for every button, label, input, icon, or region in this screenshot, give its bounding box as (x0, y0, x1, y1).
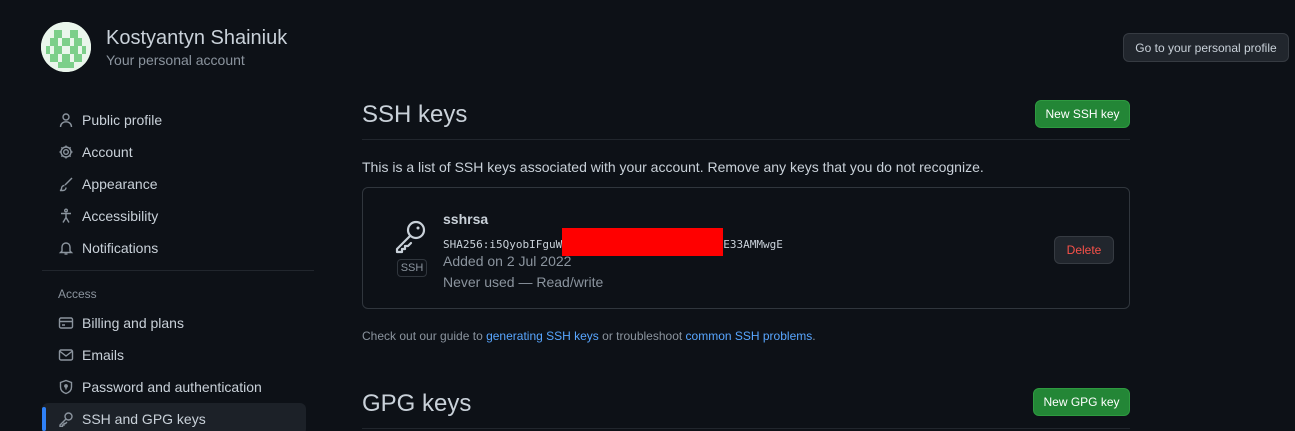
gear-icon (58, 144, 74, 160)
ssh-key-added-date: Added on 2 Jul 2022 (443, 253, 572, 269)
new-gpg-key-button[interactable]: New GPG key (1033, 388, 1130, 416)
sidebar-item-label: Notifications (82, 240, 159, 256)
settings-sidebar: Public profile Account Appearance Access… (42, 104, 314, 431)
sidebar-item-label: SSH and GPG keys (82, 411, 206, 427)
sidebar-section-heading: Access (58, 287, 97, 301)
key-icon (58, 411, 74, 427)
go-to-profile-button[interactable]: Go to your personal profile (1123, 33, 1289, 62)
person-icon (58, 112, 74, 128)
section-divider (362, 428, 1130, 429)
ssh-key-name: sshrsa (443, 211, 489, 227)
sidebar-item-label: Appearance (82, 176, 158, 192)
section-divider (362, 139, 1130, 140)
user-name: Kostyantyn Shainiuk (106, 27, 288, 49)
sidebar-item-account[interactable]: Account (42, 136, 306, 168)
sidebar-item-label: Emails (82, 347, 125, 363)
account-subtitle: Your personal account (106, 52, 245, 68)
fingerprint-end: E33AMMwgE (723, 238, 783, 251)
new-ssh-key-button[interactable]: New SSH key (1035, 100, 1130, 128)
ssh-keys-heading: SSH keys (362, 101, 468, 128)
bell-icon (58, 240, 74, 256)
credit-card-icon (58, 315, 74, 331)
ssh-key-item: SSH sshrsa SHA256:i5QyobIFguW E33AMMwgE A… (362, 187, 1130, 309)
sidebar-item-accessibility[interactable]: Accessibility (42, 200, 306, 232)
delete-ssh-key-button[interactable]: Delete (1054, 236, 1114, 264)
key-icon (393, 218, 429, 254)
paintbrush-icon (58, 176, 74, 192)
ssh-key-usage: Never used — Read/write (443, 274, 604, 290)
guide-prefix: Check out our guide to (362, 329, 487, 343)
ssh-guide-text: Check out our guide to generating SSH ke… (362, 329, 816, 343)
sidebar-item-label: Account (82, 144, 133, 160)
sidebar-item-emails[interactable]: Emails (42, 339, 306, 371)
accessibility-icon (58, 208, 74, 224)
sidebar-item-notifications[interactable]: Notifications (42, 232, 306, 264)
common-ssh-problems-link[interactable]: common SSH problems (686, 329, 813, 343)
sidebar-item-label: Public profile (82, 112, 163, 128)
sidebar-item-password[interactable]: Password and authentication (42, 371, 306, 403)
sidebar-item-label: Billing and plans (82, 315, 184, 331)
sidebar-item-label: Accessibility (82, 208, 159, 224)
sidebar-item-ssh-gpg-keys[interactable]: SSH and GPG keys (42, 403, 306, 431)
sidebar-item-label: Password and authentication (82, 379, 262, 395)
generating-ssh-keys-link[interactable]: generating SSH keys (486, 329, 599, 343)
sidebar-item-appearance[interactable]: Appearance (42, 168, 306, 200)
guide-middle: or troubleshoot (598, 329, 686, 343)
redaction-box (562, 228, 724, 256)
fingerprint-start: SHA256:i5QyobIFguW (443, 238, 563, 251)
avatar[interactable] (41, 22, 91, 72)
guide-suffix: . (812, 329, 816, 343)
sidebar-item-public-profile[interactable]: Public profile (42, 104, 306, 136)
sidebar-divider (42, 270, 314, 271)
ssh-keys-description: This is a list of SSH keys associated wi… (362, 159, 984, 175)
ssh-type-badge: SSH (397, 259, 427, 277)
sidebar-item-billing[interactable]: Billing and plans (42, 307, 306, 339)
mail-icon (58, 347, 74, 363)
shield-icon (58, 379, 74, 395)
gpg-keys-heading: GPG keys (362, 390, 472, 417)
